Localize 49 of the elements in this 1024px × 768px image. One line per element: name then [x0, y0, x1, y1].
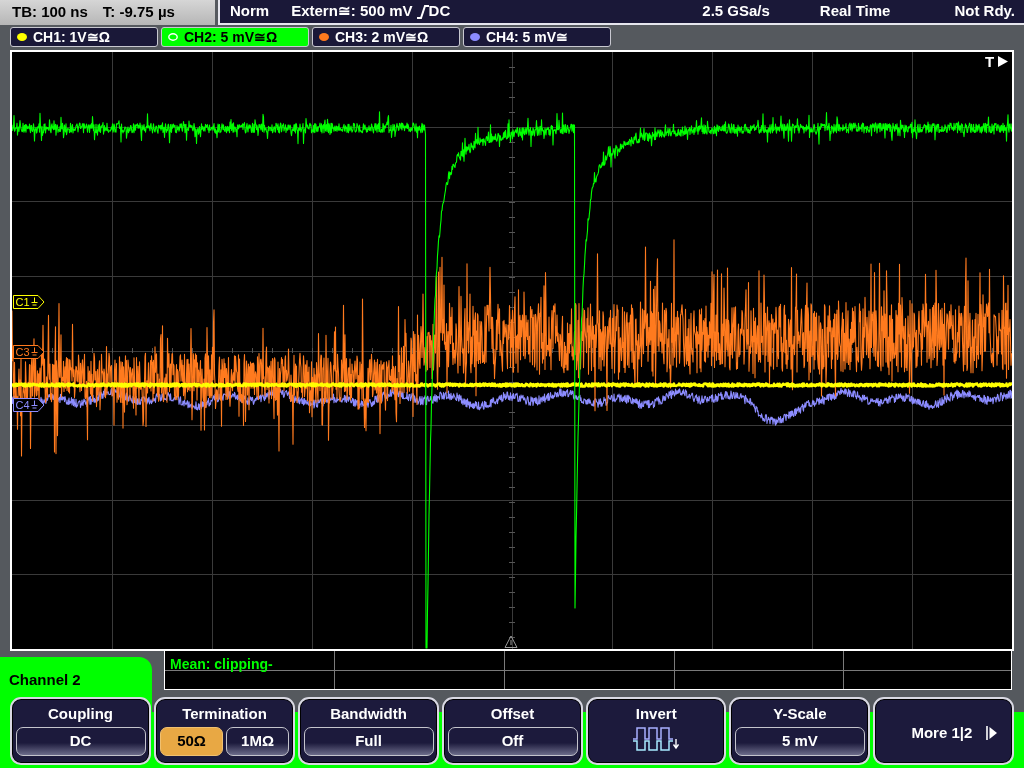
marker-label: C4 — [15, 399, 30, 411]
trigger-mode-label: Norm — [230, 1, 270, 22]
acquisition-status-label: Not Rdy. — [954, 1, 1015, 22]
trigger-source-label: Extern≅: 500 mV — [291, 1, 413, 22]
color-dot-icon — [168, 33, 178, 41]
ground-icon — [31, 400, 38, 409]
value-button[interactable]: Off — [447, 727, 578, 756]
softkey-label: Termination — [182, 704, 267, 724]
timebase-label: TB: 100 ns — [12, 2, 88, 23]
ground-icon — [31, 297, 38, 306]
softkey-label: Bandwidth — [330, 704, 407, 724]
softkey-label: Coupling — [48, 704, 113, 724]
triangle-icon — [998, 56, 1008, 67]
softkey-label: Y-Scale — [773, 704, 827, 724]
trigger-coupling-label: DC — [428, 1, 451, 22]
value-button[interactable]: DC — [15, 727, 146, 756]
trigger-time-label: T: -9.75 µs — [102, 2, 175, 23]
measurement-readout: Mean: clipping- — [170, 656, 273, 672]
softkey-panel[interactable]: Termination 50Ω 1MΩ — [154, 697, 295, 765]
next-arrow-icon — [986, 726, 998, 740]
sample-rate-label: 2.5 GSa/s — [702, 1, 770, 22]
value-button[interactable]: 5 mV — [734, 727, 865, 756]
softkey-label: Offset — [490, 704, 535, 724]
marker-label: C3 — [15, 346, 30, 358]
value-button[interactable]: Full — [303, 727, 434, 756]
triangle-icon — [504, 635, 518, 648]
acquisition-mode-label: Real Time — [819, 1, 891, 22]
rising-edge-icon — [416, 4, 429, 19]
softkey-label: Invert — [635, 704, 677, 724]
channel-tab[interactable]: CH4: 5 mV≅ — [463, 27, 611, 47]
channel-tab[interactable]: CH3: 2 mV≅Ω — [312, 27, 460, 47]
softkey-panel[interactable]: Bandwidth Full — [298, 697, 439, 765]
softkey-panel[interactable]: Offset Off — [442, 697, 583, 765]
softkey-panel[interactable]: Invert — [586, 697, 727, 765]
option-button[interactable]: 50Ω — [160, 727, 223, 756]
square-wave-icon — [633, 727, 680, 751]
option-button[interactable]: 1MΩ — [226, 727, 289, 756]
softkey-panel[interactable]: Y-Scale 5 mV — [729, 697, 871, 765]
channel-tab[interactable]: CH2: 5 mV≅Ω — [161, 27, 309, 47]
ground-icon — [31, 347, 38, 356]
color-dot-icon — [470, 33, 480, 41]
more-button[interactable]: More 1|2 — [873, 697, 1014, 765]
trigger-marker-label: T — [985, 53, 995, 70]
channel-tab[interactable]: CH1: 1V≅Ω — [10, 27, 158, 47]
menu-title-tab[interactable]: Channel 2 — [0, 657, 152, 697]
softkey-panel[interactable]: Coupling DC — [10, 697, 151, 765]
marker-label: C1 — [15, 296, 30, 308]
color-dot-icon — [319, 33, 329, 41]
color-dot-icon — [17, 33, 27, 41]
